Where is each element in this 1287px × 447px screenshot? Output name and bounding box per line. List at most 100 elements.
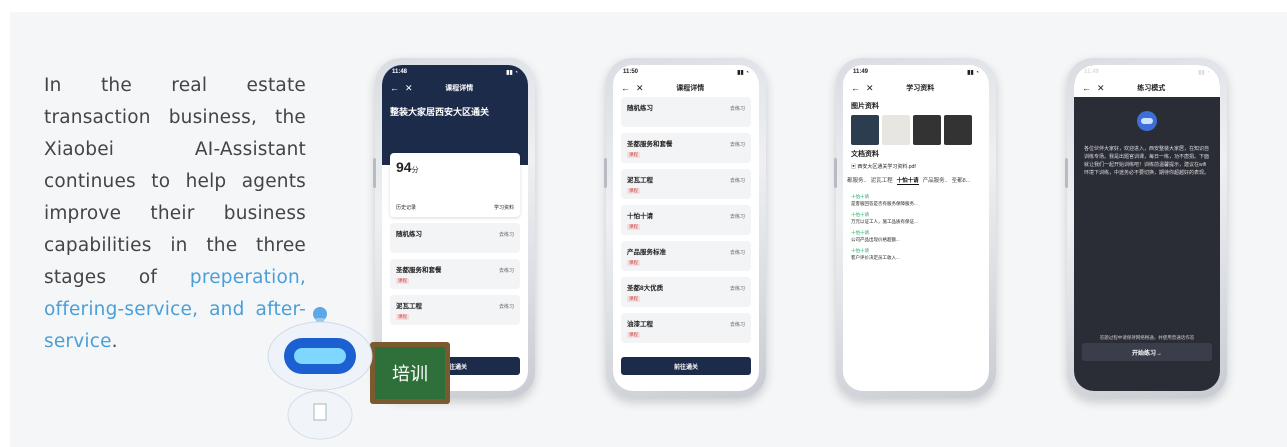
item-name: 泥瓦工程: [627, 177, 653, 184]
side-button: [373, 158, 376, 188]
signal-icon: ▮▮ ◔: [1198, 69, 1210, 76]
start-exam-button[interactable]: 前往通关: [621, 357, 751, 375]
thumbnail[interactable]: [882, 115, 910, 145]
side-button: [1065, 158, 1068, 188]
image-thumbnails: [843, 115, 989, 145]
status-bar: 11:48 ▮▮ ◔: [382, 65, 528, 79]
practice-link[interactable]: 去练习: [499, 267, 514, 274]
practice-link[interactable]: 去练习: [499, 303, 514, 310]
qa-answer: 是客服回答是否有服务保障服务...: [851, 201, 918, 206]
phone-screen: 11:50 ▮▮ ◔ ← ✕ 课程详情 随机练习 去练习 圣都服务和套餐 课程 去练习 泥瓦…: [613, 65, 759, 391]
item-name: 十怕十请: [627, 213, 653, 220]
qa-question: 十怕十请: [851, 248, 869, 253]
tab-item[interactable]: 泥瓦工程: [871, 176, 893, 185]
back-icon[interactable]: ←: [1082, 83, 1091, 93]
nav-bar: ← ✕ 课程详情: [382, 79, 528, 97]
item-name: 随机练习: [396, 231, 422, 238]
nav-bar: ← ✕ 课程详情: [613, 79, 759, 97]
signal-icon: ▮▮ ◔: [506, 69, 518, 76]
item-tag: 课程: [627, 260, 640, 266]
qa-answer: 客户评价决定员工收入...: [851, 255, 900, 260]
practice-link[interactable]: 去练习: [730, 105, 745, 112]
history-link[interactable]: 历史记录: [396, 204, 416, 211]
thumbnail[interactable]: [913, 115, 941, 145]
item-tag: 课程: [627, 332, 640, 338]
intro-end: .: [111, 331, 118, 352]
list-item[interactable]: 随机练习 去练习: [390, 223, 520, 253]
nav-title: 课程详情: [676, 85, 705, 92]
practice-link[interactable]: 去练习: [730, 321, 745, 328]
practice-link[interactable]: 去练习: [730, 285, 745, 292]
status-bar: 11:49 ▮▮ ◔: [1074, 65, 1220, 79]
status-bar: 11:50 ▮▮ ◔: [613, 65, 759, 79]
doc-link[interactable]: ▣ 西安大区通关学习资料.pdf: [843, 163, 989, 170]
back-icon[interactable]: ←: [390, 83, 399, 93]
practice-link[interactable]: 去练习: [499, 231, 514, 238]
item-tag: 课程: [627, 296, 640, 302]
close-icon[interactable]: ✕: [1097, 83, 1105, 94]
phone-screen: 11:49 ▮▮ ◔ ← ✕ 练习模式 各位伙伴大家好，欢迎进入，西安整装大家居，在知…: [1074, 65, 1220, 391]
qa-item: 十怕十请客户评价决定员工收入...: [843, 245, 989, 263]
nav-title: 课程详情: [445, 85, 474, 92]
start-practice-button[interactable]: 开始练习→: [1082, 343, 1212, 361]
close-icon[interactable]: ✕: [866, 83, 874, 94]
score-card: 94分 历史记录 学习资料: [390, 153, 520, 217]
side-button: [834, 158, 837, 188]
list-item[interactable]: 圣都服务和套餐 课程 去练习: [390, 259, 520, 289]
qa-question: 十怕十请: [851, 194, 869, 199]
thumbnail[interactable]: [851, 115, 879, 145]
status-time: 11:49: [853, 69, 869, 75]
material-tabs: 都服务.. 泥瓦工程 十怕十请 产品服务.. 圣都8...: [843, 170, 989, 191]
list-item[interactable]: 泥瓦工程课程 去练习: [621, 169, 751, 199]
score-unit: 分: [411, 167, 419, 174]
nav-title: 练习模式: [1137, 85, 1166, 92]
list-item[interactable]: 圣都8大优质 课程 去练习: [621, 277, 751, 307]
side-button: [604, 158, 607, 188]
tab-item[interactable]: 都服务..: [847, 176, 867, 185]
item-name: 产品服务标准: [627, 249, 666, 256]
qa-question: 十怕十请: [851, 230, 869, 235]
item-tag: 课程: [396, 278, 409, 284]
materials-link[interactable]: 学习资料: [494, 204, 514, 211]
list-item[interactable]: 产品服务标准 课程 去练习: [621, 241, 751, 271]
practice-link[interactable]: 去练习: [730, 141, 745, 148]
list-item[interactable]: 随机练习 去练习: [621, 97, 751, 127]
tab-item[interactable]: 产品服务..: [923, 176, 948, 185]
phone-screen: 11:49 ▮▮ ◔ ← ✕ 学习资料 图片资料 文档资料 ▣ 西安大区通关学习资料.…: [843, 65, 989, 391]
item-tag: 课程: [627, 152, 640, 158]
chalkboard-text: 培训: [392, 364, 428, 385]
welcome-message: 各位伙伴大家好，欢迎进入，西安整装大家居，在知识自训练专场。我是出题官训课，每日…: [1084, 146, 1210, 176]
list-item[interactable]: 十怕十请 课程 去练习: [621, 205, 751, 235]
item-name: 随机练习: [627, 105, 653, 112]
robot-avatar: [1074, 109, 1220, 135]
status-time: 11:49: [1084, 69, 1100, 75]
doc-name: 西安大区通关学习资料.pdf: [857, 164, 916, 170]
thumbnail[interactable]: [944, 115, 972, 145]
signal-icon: ▮▮ ◔: [737, 69, 749, 76]
status-time: 11:48: [392, 69, 408, 75]
qa-answer: 万元以证工人，施工品质有保证...: [851, 219, 918, 224]
back-icon[interactable]: ←: [851, 83, 860, 93]
nav-title: 学习资料: [906, 85, 935, 92]
item-name: 圣都服务和套餐: [627, 141, 673, 148]
practice-link[interactable]: 去练习: [730, 249, 745, 256]
item-tag: 课程: [627, 188, 640, 194]
robot-mascot: 培训: [267, 307, 450, 440]
practice-link[interactable]: 去练习: [730, 213, 745, 220]
phone-materials: 11:49 ▮▮ ◔ ← ✕ 学习资料 图片资料 文档资料 ▣ 西安大区通关学习资料.…: [834, 58, 996, 398]
practice-link[interactable]: 去练习: [730, 177, 745, 184]
phone-practice-mode: 11:49 ▮▮ ◔ ← ✕ 练习模式 各位伙伴大家好，欢迎进入，西安整装大家居，在知…: [1065, 58, 1227, 398]
phone-course-list: 11:50 ▮▮ ◔ ← ✕ 课程详情 随机练习 去练习 圣都服务和套餐 课程 去练习 泥瓦…: [604, 58, 766, 398]
tab-item[interactable]: 圣都8...: [952, 176, 971, 185]
nav-bar: ← ✕ 学习资料: [843, 79, 989, 97]
intro-text: In the real estate transaction business,…: [44, 75, 306, 288]
score-value: 94: [396, 159, 412, 175]
tab-item-active[interactable]: 十怕十请: [896, 176, 919, 185]
close-icon[interactable]: ✕: [405, 83, 413, 94]
qa-question: 十怕十请: [851, 212, 869, 217]
list-item[interactable]: 圣都服务和套餐 课程 去练习: [621, 133, 751, 163]
list-item[interactable]: 油漆工程 课程 去练习: [621, 313, 751, 343]
back-icon[interactable]: ←: [621, 83, 630, 93]
item-name: 圣都8大优质: [627, 285, 664, 292]
close-icon[interactable]: ✕: [636, 83, 644, 94]
